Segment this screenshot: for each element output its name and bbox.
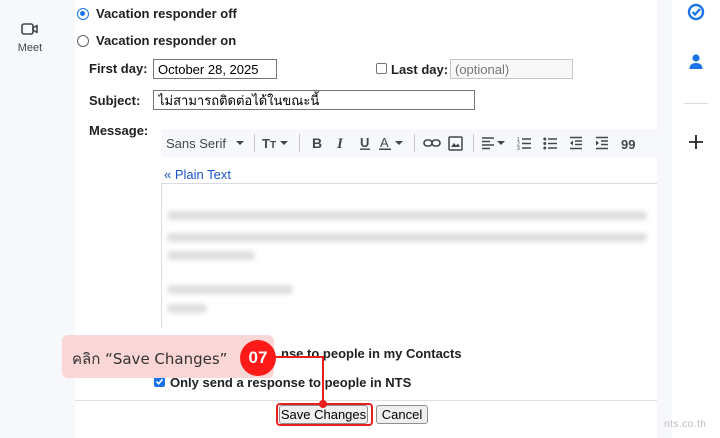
last-day-input[interactable] bbox=[450, 59, 573, 79]
blurred-message-line bbox=[167, 211, 647, 220]
contacts-icon[interactable] bbox=[685, 51, 707, 73]
vacation-on-label: Vacation responder on bbox=[96, 33, 237, 48]
watermark: nts.co.th bbox=[664, 419, 707, 430]
blurred-message-line bbox=[167, 285, 293, 294]
save-highlight-box bbox=[276, 403, 373, 426]
image-icon bbox=[448, 135, 464, 151]
bulleted-list-icon bbox=[543, 137, 557, 150]
cancel-button[interactable]: Cancel bbox=[376, 405, 428, 424]
toolbar-separator bbox=[472, 134, 474, 152]
message-label: Message: bbox=[89, 123, 149, 138]
left-rail: Meet bbox=[0, 0, 60, 438]
bulleted-list-button[interactable] bbox=[539, 132, 561, 154]
insert-link-button[interactable] bbox=[422, 132, 442, 154]
contacts-only-label: nse to people in my Contacts bbox=[281, 346, 462, 361]
svg-text:99: 99 bbox=[621, 137, 635, 149]
italic-button[interactable]: I bbox=[331, 132, 351, 154]
rail-item-meet[interactable]: Meet bbox=[0, 22, 60, 54]
svg-text:3: 3 bbox=[517, 146, 520, 150]
blurred-message-line bbox=[167, 233, 647, 242]
indent-less-icon bbox=[569, 136, 582, 150]
align-icon bbox=[481, 137, 505, 150]
quote-button[interactable]: 99 bbox=[617, 132, 639, 154]
last-day-checkbox[interactable] bbox=[376, 63, 387, 74]
last-day-label: Last day: bbox=[391, 62, 449, 77]
quote-icon: 99 bbox=[621, 137, 635, 149]
numbered-list-icon: 123 bbox=[517, 137, 531, 150]
tasks-icon[interactable] bbox=[685, 1, 707, 23]
numbered-list-button[interactable]: 123 bbox=[513, 132, 535, 154]
svg-text:B: B bbox=[312, 136, 322, 150]
svg-text:I: I bbox=[336, 136, 344, 150]
add-addon-icon[interactable] bbox=[685, 131, 707, 153]
blurred-message-line bbox=[167, 304, 207, 313]
indent-less-button[interactable] bbox=[565, 132, 587, 154]
bottom-divider bbox=[75, 400, 657, 401]
checkmark-icon bbox=[155, 378, 164, 385]
font-family-select[interactable]: Sans Serif bbox=[166, 132, 247, 154]
font-size-icon: TT bbox=[262, 136, 288, 150]
svg-text:A: A bbox=[380, 136, 389, 150]
first-day-label: First day: bbox=[89, 61, 148, 76]
bold-button[interactable]: B bbox=[307, 132, 327, 154]
italic-icon: I bbox=[336, 136, 344, 150]
font-size-button[interactable]: TT bbox=[262, 132, 292, 154]
toolbar-separator bbox=[253, 134, 255, 152]
plain-text-link[interactable]: « Plain Text bbox=[164, 167, 231, 182]
right-gutter bbox=[657, 0, 672, 438]
formatting-toolbar: Sans Serif TT B I U A 123 99 bbox=[161, 129, 657, 157]
chevron-down-icon bbox=[235, 141, 244, 145]
subject-label: Subject: bbox=[89, 93, 141, 108]
vacation-off-radio[interactable] bbox=[77, 7, 89, 20]
vacation-on-radio[interactable] bbox=[77, 34, 89, 47]
step-number-badge: 07 bbox=[240, 340, 276, 376]
first-day-input[interactable] bbox=[153, 59, 277, 79]
text-color-button[interactable]: A bbox=[378, 132, 407, 154]
vacation-on-option[interactable]: Vacation responder on bbox=[77, 33, 236, 48]
toolbar-separator bbox=[413, 134, 415, 152]
indent-more-icon bbox=[595, 136, 608, 150]
svg-text:T: T bbox=[262, 136, 270, 150]
text-color-icon: A bbox=[378, 136, 403, 150]
svg-text:U: U bbox=[360, 136, 369, 150]
toolbar-separator bbox=[298, 134, 300, 152]
side-panel bbox=[672, 0, 720, 438]
vacation-off-option[interactable]: Vacation responder off bbox=[77, 6, 237, 21]
svg-text:T: T bbox=[270, 140, 276, 150]
blurred-message-line bbox=[167, 251, 255, 260]
leader-line bbox=[274, 356, 323, 358]
bold-icon: B bbox=[312, 136, 322, 150]
rail-item-label: Meet bbox=[17, 42, 43, 54]
link-icon bbox=[423, 139, 441, 147]
underline-button[interactable]: U bbox=[355, 132, 375, 154]
subject-input[interactable] bbox=[153, 90, 475, 110]
message-editor[interactable] bbox=[161, 183, 657, 328]
font-family-value: Sans Serif bbox=[166, 135, 226, 151]
leader-line bbox=[322, 356, 324, 404]
underline-icon: U bbox=[359, 136, 370, 150]
video-camera-icon bbox=[21, 23, 38, 35]
indent-more-button[interactable] bbox=[591, 132, 613, 154]
callout-text: คลิก “Save Changes” bbox=[72, 350, 228, 368]
vacation-off-label: Vacation responder off bbox=[96, 6, 237, 21]
align-button[interactable] bbox=[481, 132, 509, 154]
insert-image-button[interactable] bbox=[446, 132, 466, 154]
side-panel-divider bbox=[684, 103, 708, 104]
